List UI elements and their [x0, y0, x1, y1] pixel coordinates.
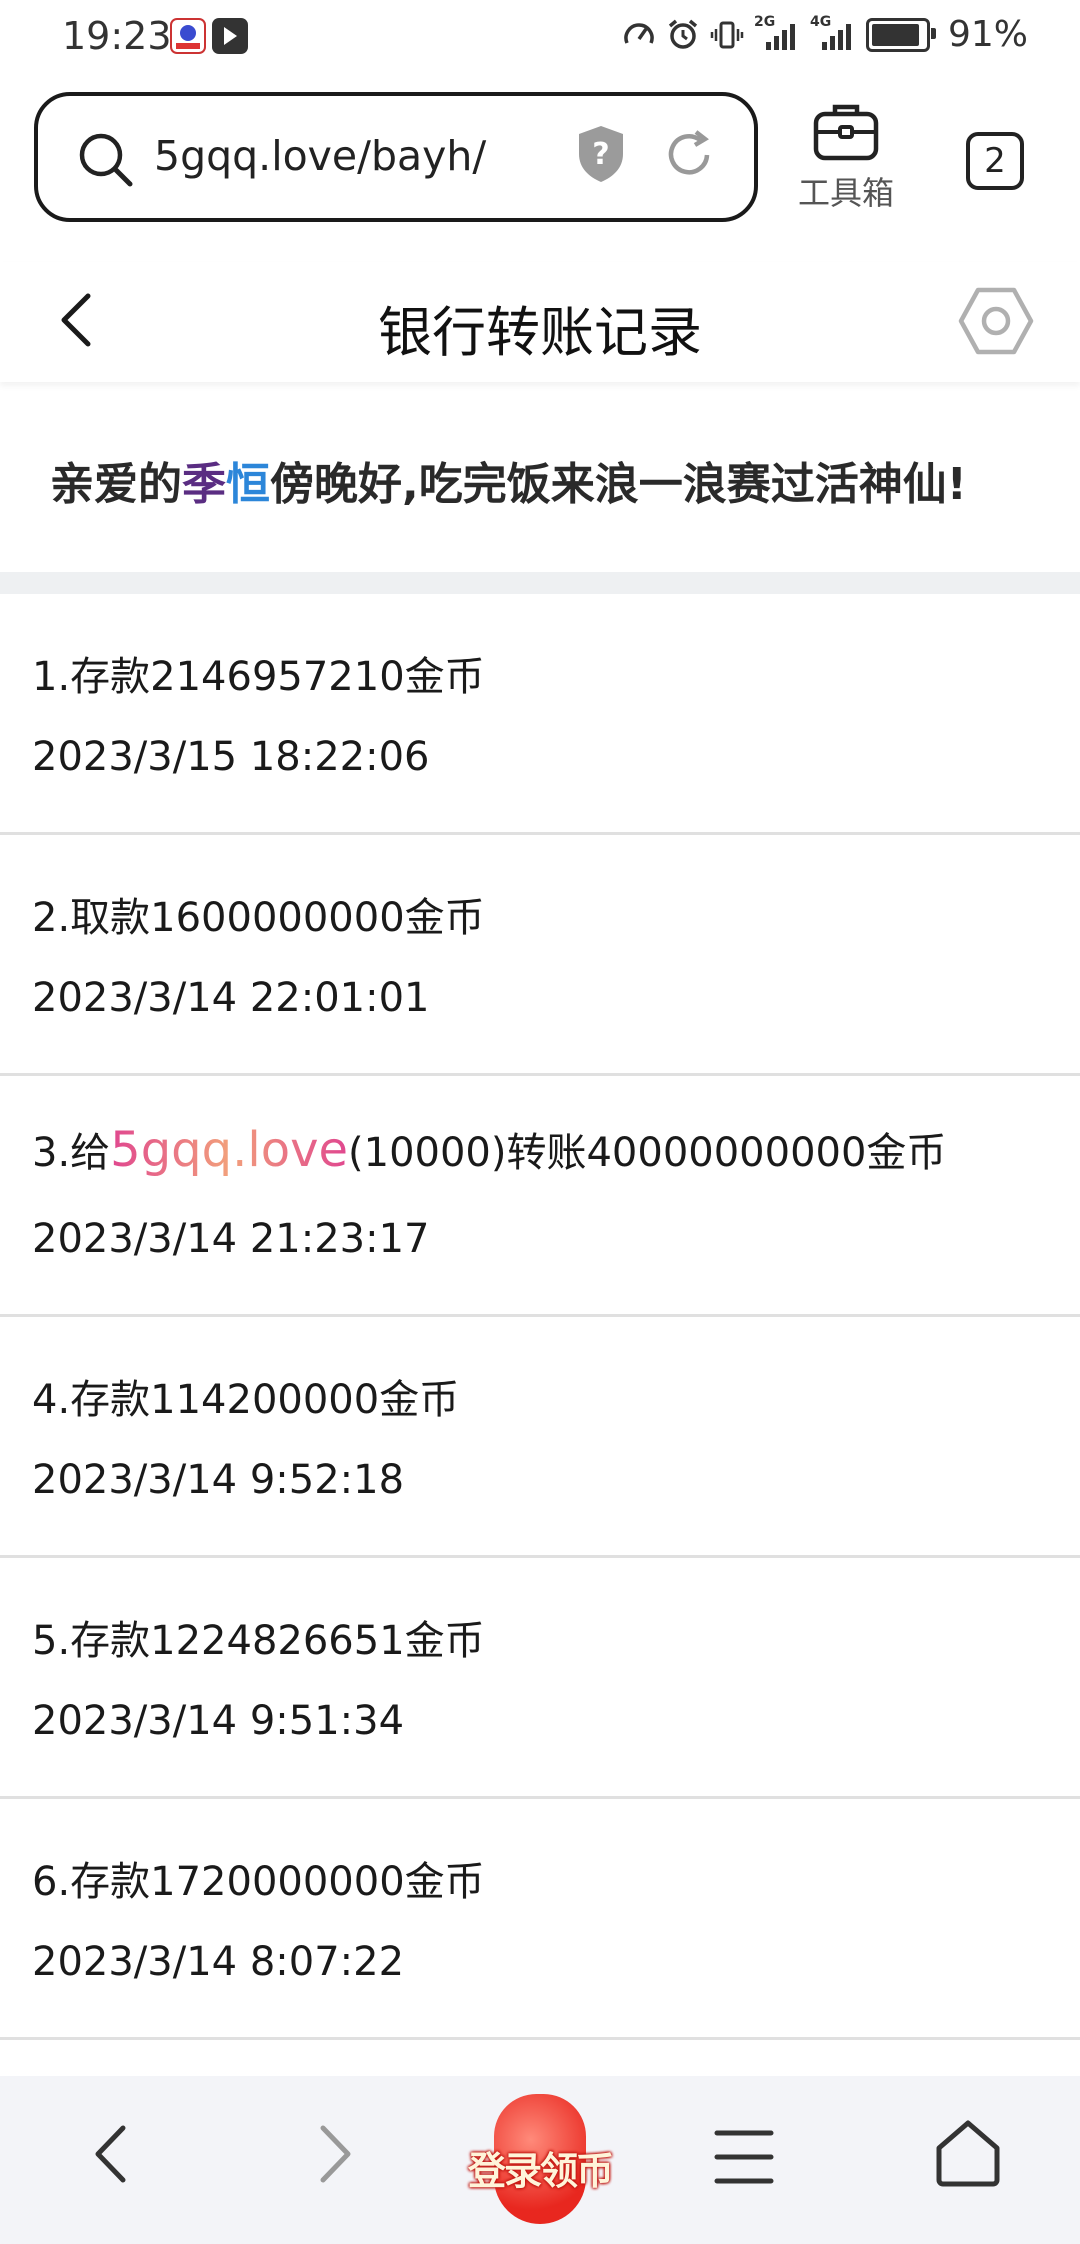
- battery-level: [871, 23, 919, 46]
- greeting-name-first: 季: [182, 459, 226, 510]
- record-description: 2.取款1600000000金币: [32, 895, 485, 941]
- record-item: 2.取款1600000000金币 2023/3/14 22:01:01: [0, 835, 1080, 1076]
- svg-text:?: ?: [592, 137, 609, 172]
- record-item: 3.给5gqq.love(10000)转账40000000000金币 2023/…: [0, 1076, 1080, 1317]
- greeting-suffix: 傍晚好,吃完饭来浪一浪赛过活神仙!: [270, 459, 967, 510]
- notification-app-icon: [170, 18, 206, 54]
- status-time: 19:23: [62, 14, 172, 58]
- record-item: 5.存款1224826651金币 2023/3/14 9:51:34: [0, 1558, 1080, 1799]
- record-time: 2023/3/14 9:52:18: [32, 1457, 405, 1503]
- url-text[interactable]: 5gqq.love/bayh/: [154, 132, 486, 180]
- menu-icon[interactable]: [714, 2128, 774, 2186]
- notification-message-icon: [212, 18, 248, 54]
- section-divider: [0, 572, 1080, 594]
- record-description: 6.存款1720000000金币: [32, 1859, 485, 1905]
- home-icon[interactable]: [934, 2118, 1002, 2188]
- reload-icon[interactable]: [662, 128, 716, 182]
- record-time: 2023/3/14 22:01:01: [32, 975, 430, 1021]
- record-time: 2023/3/15 18:22:06: [32, 734, 430, 780]
- greeting-name-second: 恒: [226, 459, 270, 510]
- bottom-navigation: 登录领币: [0, 2076, 1080, 2244]
- record-item: 1.存款2146957210金币 2023/3/15 18:22:06: [0, 594, 1080, 835]
- greeting-prefix: 亲爱的: [50, 459, 182, 510]
- battery-percent: 91%: [947, 14, 1028, 55]
- record-time: 2023/3/14 8:07:22: [32, 1939, 405, 1985]
- record-item: 6.存款1720000000金币 2023/3/14 8:07:22: [0, 1799, 1080, 2040]
- speed-meter-icon: [624, 22, 654, 44]
- login-coin-label: 登录领币: [467, 2149, 614, 2193]
- page-header: 银行转账记录: [0, 262, 1080, 382]
- settings-hex-icon[interactable]: [958, 284, 1034, 358]
- tab-count-button[interactable]: 2: [966, 132, 1024, 190]
- toolbox-icon: [813, 104, 879, 161]
- record-description: 5.存款1224826651金币: [32, 1618, 485, 1664]
- record-item: 4.存款114200000金币 2023/3/14 9:52:18: [0, 1317, 1080, 1558]
- battery-icon: [865, 17, 936, 52]
- network-2g-signal-icon: 2G: [754, 14, 800, 52]
- greeting-text: 亲爱的季恒傍晚好,吃完饭来浪一浪赛过活神仙!: [50, 448, 967, 512]
- record-description: 3.给5gqq.love(10000)转账40000000000金币: [32, 1120, 946, 1178]
- record-description: 1.存款2146957210金币: [32, 654, 485, 700]
- recipient-site-link[interactable]: 5gqq.love: [110, 1122, 348, 1178]
- nav-back-icon[interactable]: [90, 2122, 130, 2186]
- network-2g-label: 2G: [753, 13, 776, 30]
- toolbox-label: 工具箱: [797, 174, 894, 212]
- vibrate-icon: [710, 21, 744, 48]
- search-icon: [79, 133, 133, 187]
- record-desc-suffix: (10000)转账40000000000金币: [348, 1130, 947, 1176]
- security-shield-icon[interactable]: ?: [576, 124, 626, 184]
- network-4g-signal-icon: 4G: [810, 14, 856, 52]
- toolbox-button[interactable]: 工具箱: [790, 100, 902, 214]
- record-time: 2023/3/14 9:51:34: [32, 1698, 405, 1744]
- status-bar: 19:23 2G 4G 91%: [0, 0, 1080, 74]
- alarm-icon: [668, 19, 698, 49]
- record-desc-prefix: 3.给: [32, 1130, 111, 1176]
- record-description: 4.存款114200000金币: [32, 1377, 460, 1423]
- page-title: 银行转账记录: [378, 301, 702, 364]
- network-4g-label: 4G: [809, 13, 832, 30]
- login-coin-button[interactable]: 登录领币: [462, 2094, 618, 2234]
- record-time: 2023/3/14 21:23:17: [32, 1216, 430, 1262]
- status-indicators: 2G 4G 91%: [622, 14, 1028, 55]
- transfer-record-list: 1.存款2146957210金币 2023/3/15 18:22:06 2.取款…: [0, 594, 1080, 2040]
- nav-forward-icon[interactable]: [316, 2122, 356, 2186]
- address-bar[interactable]: 5gqq.love/bayh/ ?: [34, 92, 758, 222]
